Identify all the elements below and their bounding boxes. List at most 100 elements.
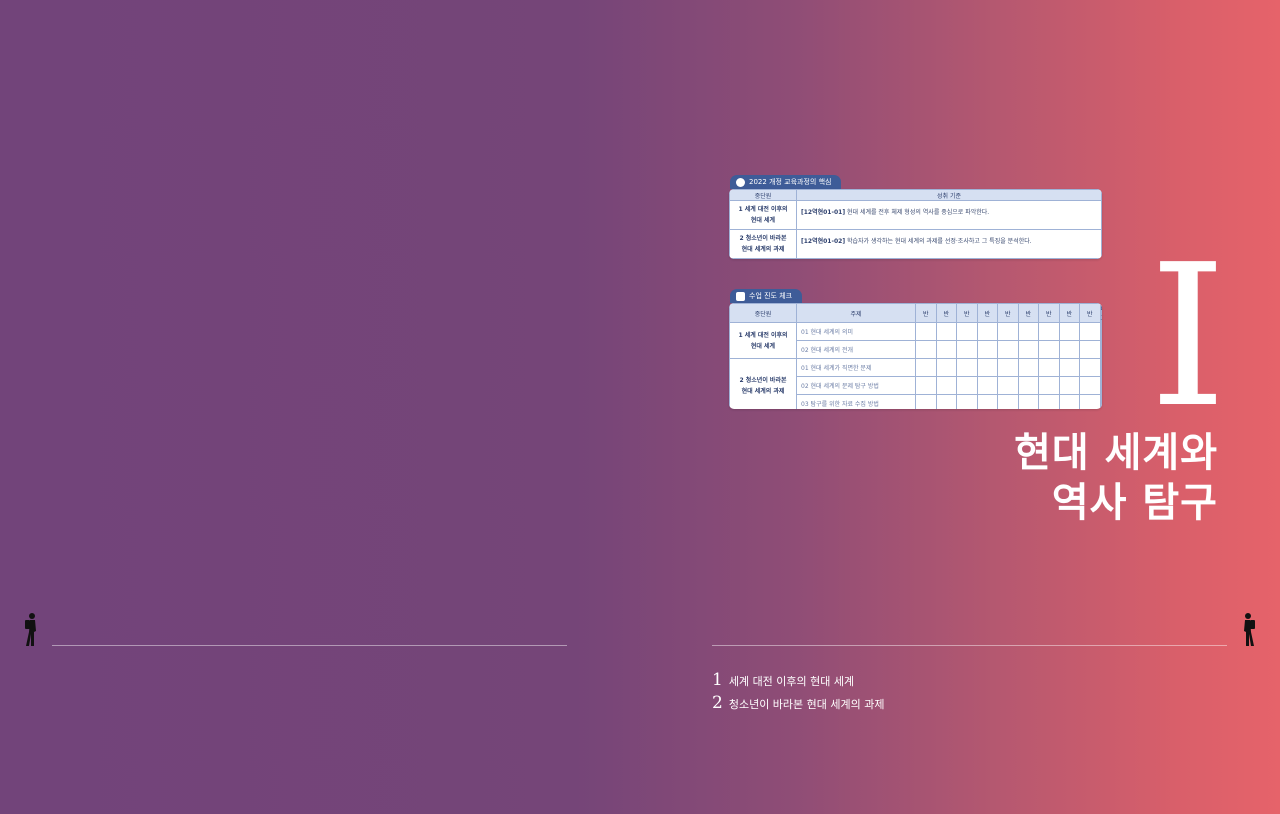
column-header: 주제 — [796, 303, 916, 323]
check-cell[interactable] — [976, 394, 998, 409]
check-cell[interactable] — [1038, 394, 1060, 409]
check-cell[interactable] — [956, 394, 978, 409]
progress-table: 중단원 주제 반 반 반 반 반 반 반 반 반 비고 1 세계 대전 이후의 … — [729, 303, 1102, 409]
check-cell[interactable] — [1038, 376, 1060, 395]
check-cell[interactable] — [1058, 340, 1080, 359]
column-header: 반 — [915, 303, 937, 323]
progress-box-tag: 수업 진도 체크 — [730, 289, 803, 303]
chapter-title: 현대 세계와 역사 탐구 — [1014, 428, 1218, 528]
curriculum-table-box: 중단원 성취 기준 1 세계 대전 이후의 현대 세계 [12역현01-01] … — [729, 189, 1102, 259]
check-cell[interactable] — [1017, 376, 1039, 395]
curriculum-box-tag: 2022 개정 교육과정의 핵심 — [730, 175, 842, 189]
check-cell[interactable] — [1079, 376, 1101, 395]
chapter-title-line1: 현대 세계와 — [1014, 430, 1218, 476]
check-cell[interactable] — [1079, 322, 1101, 341]
unit-cell: 2 청소년이 바라본 현대 세계의 과제 — [729, 358, 797, 409]
note-cell[interactable] — [1099, 358, 1102, 377]
hiker-silhouette-icon — [25, 613, 36, 646]
column-header: 반 — [1058, 303, 1080, 323]
hiker-silhouette-icon — [1244, 613, 1255, 646]
svg-text:I: I — [1158, 256, 1218, 406]
column-header: 반 — [976, 303, 998, 323]
check-cell[interactable] — [1038, 340, 1060, 359]
check-cell[interactable] — [997, 322, 1019, 341]
note-cell[interactable] — [1099, 322, 1102, 341]
topic-cell: 03 탐구를 위한 자료 수집 방법 — [796, 394, 916, 409]
check-cell[interactable] — [997, 358, 1019, 377]
check-cell[interactable] — [956, 322, 978, 341]
column-header: 성취 기준 — [796, 189, 1102, 201]
check-cell[interactable] — [997, 340, 1019, 359]
unit-cell: 1 세계 대전 이후의 현대 세계 — [729, 322, 797, 359]
column-header: 반 — [1079, 303, 1101, 323]
curriculum-table: 중단원 성취 기준 1 세계 대전 이후의 현대 세계 [12역현01-01] … — [729, 189, 1102, 259]
column-header: 비고 — [1099, 303, 1102, 323]
toc-number: 2 — [712, 693, 723, 713]
check-cell[interactable] — [1058, 376, 1080, 395]
check-cell[interactable] — [956, 358, 978, 377]
column-header: 반 — [997, 303, 1019, 323]
check-cell[interactable] — [976, 322, 998, 341]
check-cell[interactable] — [915, 394, 937, 409]
topic-cell: 01 현대 세계가 직면한 문제 — [796, 358, 916, 377]
column-header: 반 — [956, 303, 978, 323]
toc-label: 청소년이 바라본 현대 세계의 과제 — [728, 698, 885, 711]
column-header: 중단원 — [729, 303, 797, 323]
standard-cell: [12역현01-02] 학습자가 생각하는 현대 세계의 과제를 선정·조사하고… — [796, 229, 1102, 259]
unit-cell: 1 세계 대전 이후의 현대 세계 — [729, 200, 797, 230]
unit-cell: 2 청소년이 바라본 현대 세계의 과제 — [729, 229, 797, 259]
note-cell[interactable] — [1099, 376, 1102, 395]
topic-cell: 02 현대 세계의 전개 — [796, 340, 916, 359]
gear-badge-icon — [736, 177, 745, 187]
column-header: 반 — [1017, 303, 1039, 323]
checkbox-icon — [736, 291, 745, 301]
check-cell[interactable] — [976, 376, 998, 395]
note-cell[interactable] — [1099, 394, 1102, 409]
check-cell[interactable] — [915, 376, 937, 395]
check-cell[interactable] — [1058, 394, 1080, 409]
topic-cell: 02 현대 세계의 문제 탐구 방법 — [796, 376, 916, 395]
check-cell[interactable] — [976, 358, 998, 377]
check-cell[interactable] — [1017, 394, 1039, 409]
curriculum-box-title: 2022 개정 교육과정의 핵심 — [749, 178, 832, 186]
check-cell[interactable] — [935, 340, 957, 359]
check-cell[interactable] — [1079, 394, 1101, 409]
check-cell[interactable] — [1038, 358, 1060, 377]
check-cell[interactable] — [915, 322, 937, 341]
check-cell[interactable] — [956, 340, 978, 359]
check-cell[interactable] — [1079, 340, 1101, 359]
right-divider-line — [712, 645, 1227, 646]
check-cell[interactable] — [997, 376, 1019, 395]
chapter-numeral: I — [1158, 256, 1218, 406]
column-header: 반 — [935, 303, 957, 323]
toc-number: 1 — [712, 670, 723, 690]
check-cell[interactable] — [935, 376, 957, 395]
toc-item[interactable]: 2 청소년이 바라본 현대 세계의 과제 — [712, 693, 885, 713]
column-header: 반 — [1038, 303, 1060, 323]
check-cell[interactable] — [1017, 358, 1039, 377]
check-cell[interactable] — [1079, 358, 1101, 377]
check-cell[interactable] — [1058, 322, 1080, 341]
check-cell[interactable] — [1017, 340, 1039, 359]
check-cell[interactable] — [1058, 358, 1080, 377]
check-cell[interactable] — [935, 394, 957, 409]
check-cell[interactable] — [976, 340, 998, 359]
progress-table-box: 중단원 주제 반 반 반 반 반 반 반 반 반 비고 1 세계 대전 이후의 … — [729, 303, 1102, 409]
check-cell[interactable] — [915, 340, 937, 359]
left-divider-line — [52, 645, 567, 646]
check-cell[interactable] — [997, 394, 1019, 409]
topic-cell: 01 현대 세계의 의미 — [796, 322, 916, 341]
toc-label: 세계 대전 이후의 현대 세계 — [728, 675, 855, 688]
toc-item[interactable]: 1 세계 대전 이후의 현대 세계 — [712, 670, 854, 690]
progress-box-title: 수업 진도 체크 — [749, 292, 793, 300]
check-cell[interactable] — [935, 358, 957, 377]
check-cell[interactable] — [956, 376, 978, 395]
chapter-title-line2: 역사 탐구 — [1051, 480, 1218, 526]
check-cell[interactable] — [915, 358, 937, 377]
standard-cell: [12역현01-01] 현대 세계를 전후 체제 형성의 역사를 중심으로 파악… — [796, 200, 1102, 230]
check-cell[interactable] — [935, 322, 957, 341]
column-header: 중단원 — [729, 189, 797, 201]
check-cell[interactable] — [1038, 322, 1060, 341]
note-cell[interactable] — [1099, 340, 1102, 359]
check-cell[interactable] — [1017, 322, 1039, 341]
